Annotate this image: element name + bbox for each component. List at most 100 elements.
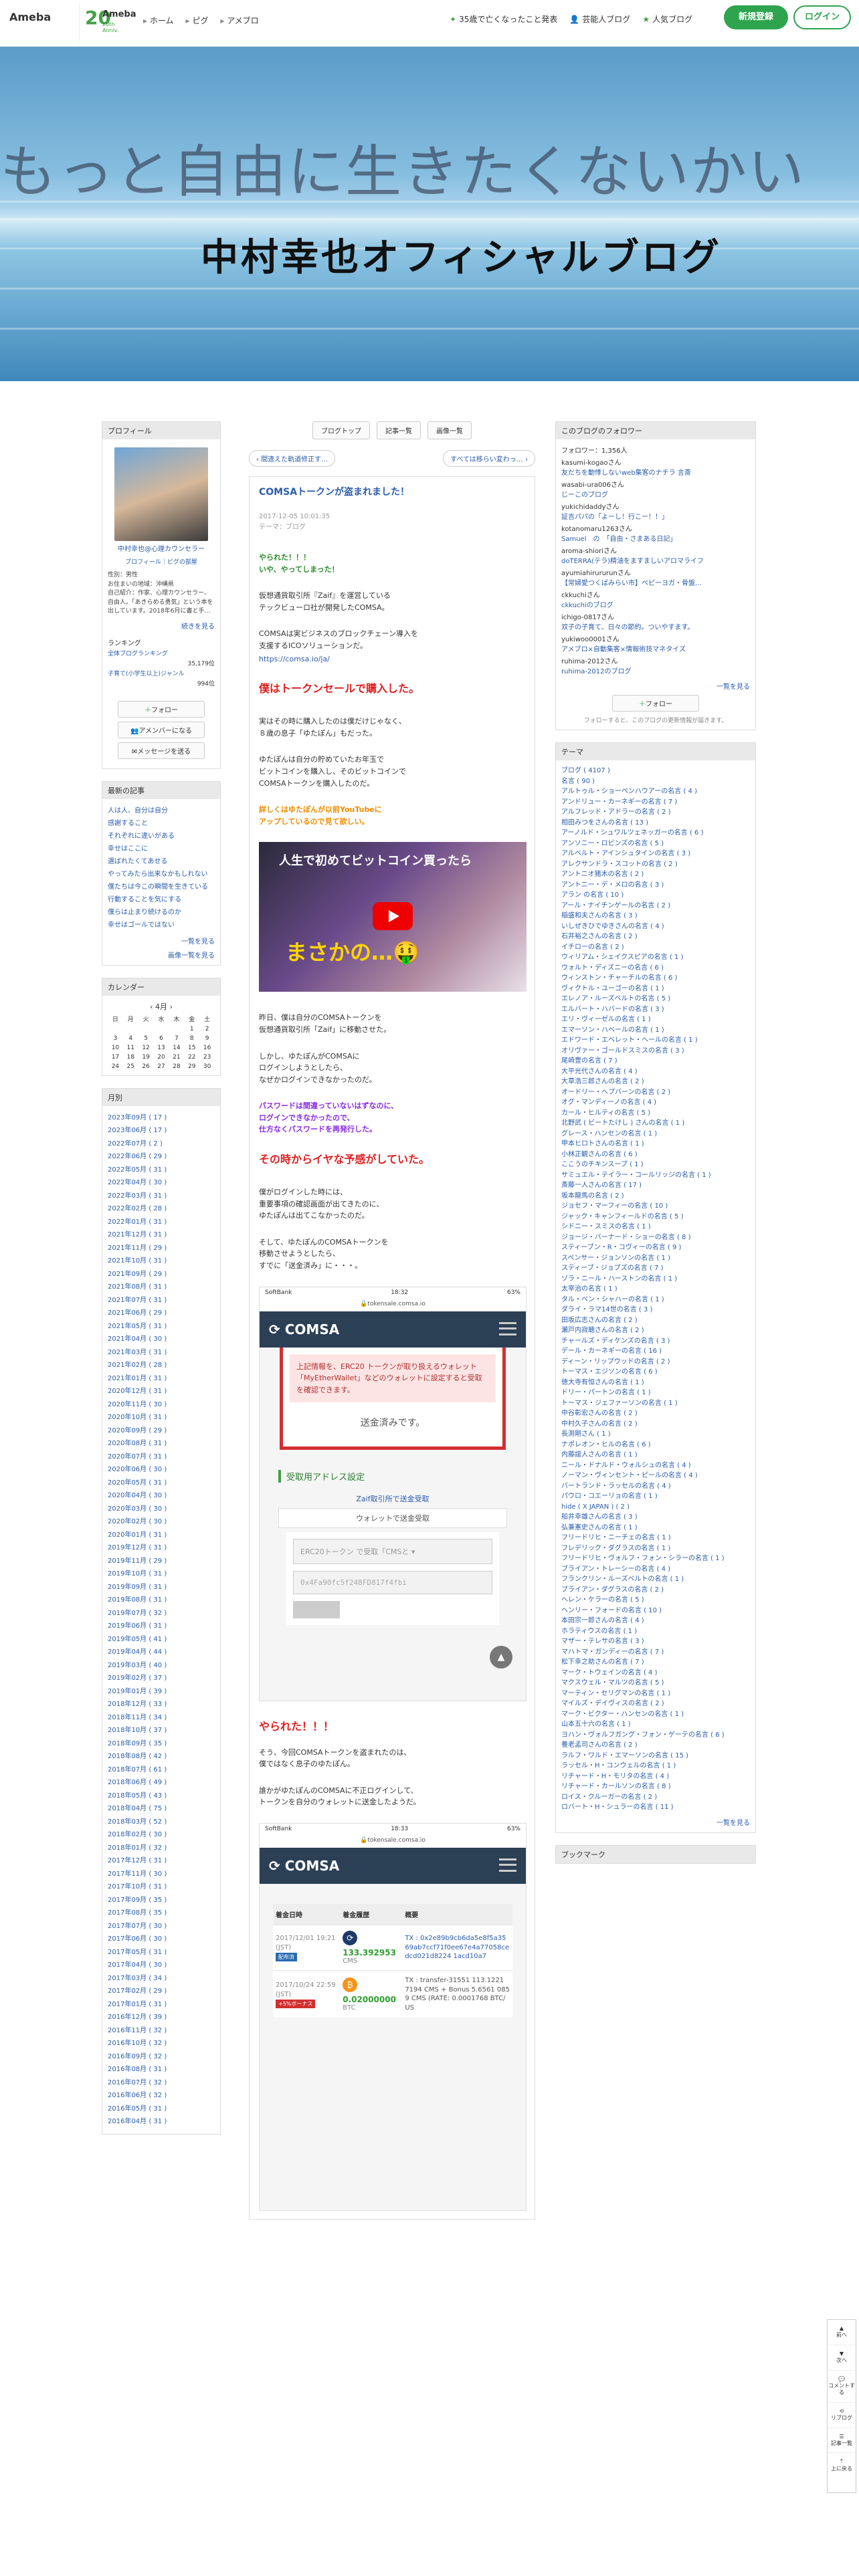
theme-link[interactable]: 船井幸雄さんの名言 ( 3 ) xyxy=(561,1512,750,1523)
follower-blog-link[interactable]: アメブロ×自動集客×情報術技マネタイズ xyxy=(561,645,750,655)
follow-button[interactable]: ＋フォロー xyxy=(118,700,205,718)
ameba-logo[interactable]: Ameba xyxy=(9,11,51,23)
recent-post-link[interactable]: 選ばれたくてあせる xyxy=(108,855,215,868)
theme-link[interactable]: 徳大寺有恒さんの名言 ( 1 ) xyxy=(561,1378,750,1388)
article-title[interactable]: COMSAトークンが盗まれました！ xyxy=(259,485,525,498)
theme-link[interactable]: ブライアン・トレーシーの名言 ( 4 ) xyxy=(561,1564,750,1575)
theme-link[interactable]: 相田みつをさんの名言 ( 13 ) xyxy=(561,818,750,829)
nav-pigg[interactable]: ピグ xyxy=(185,15,208,26)
reblog-button[interactable]: ⟲ リブログ xyxy=(828,2403,856,2428)
theme-link[interactable]: ナポレオン・ヒルの名言 ( 6 ) xyxy=(561,1440,750,1451)
theme-link[interactable]: 石井裕之さんの名言 ( 2 ) xyxy=(561,932,750,942)
month-archive-link[interactable]: 2017年02月 ( 29 ) xyxy=(108,1985,215,1998)
image-list-link[interactable]: 画像一覧を見る xyxy=(108,950,215,960)
theme-link[interactable]: アントニオ猪木の名言 ( 2 ) xyxy=(561,869,750,880)
article-list-side-button[interactable]: ☰ 記事一覧 xyxy=(828,2428,856,2454)
theme-link[interactable]: フリードリヒ・ニーチェの名言 ( 1 ) xyxy=(561,1533,750,1543)
month-archive-link[interactable]: 2020年09月 ( 29 ) xyxy=(108,1424,215,1438)
month-archive-link[interactable]: 2020年07月 ( 31 ) xyxy=(108,1451,215,1464)
theme-link[interactable]: ヘレン・ケラーの名言 ( 5 ) xyxy=(561,1595,750,1606)
month-archive-link[interactable]: 2019年07月 ( 32 ) xyxy=(108,1607,215,1620)
theme-link[interactable]: カール・ヒルティの名言 ( 5 ) xyxy=(561,1108,750,1119)
theme-link[interactable]: マーティン・セリグマンの名言 ( 1 ) xyxy=(561,1689,750,1699)
theme-link[interactable]: 山本五十六の名言 ( 1 ) xyxy=(561,1719,750,1730)
theme-link[interactable]: ノーマン・ヴィンセント・ピールの名言 ( 4 ) xyxy=(561,1471,750,1481)
theme-link[interactable]: オードリー・ヘプバーンの名言 ( 2 ) xyxy=(561,1087,750,1098)
month-archive-link[interactable]: 2017年05月 ( 31 ) xyxy=(108,1946,215,1959)
recent-post-link[interactable]: やってみたら出来なかもしれない xyxy=(108,868,215,881)
theme-link[interactable]: 稲盛和夫さんの名言 ( 3 ) xyxy=(561,911,750,922)
theme-link[interactable]: アントニー・デ・メロの名言 ( 3 ) xyxy=(561,880,750,891)
header-link-popular[interactable]: ★ 人気ブログ xyxy=(642,13,692,25)
month-archive-link[interactable]: 2016年10月 ( 32 ) xyxy=(108,2037,215,2050)
month-archive-link[interactable]: 2016年11月 ( 32 ) xyxy=(108,2024,215,2038)
month-archive-link[interactable]: 2016年04月 ( 31 ) xyxy=(108,2115,215,2129)
month-archive-link[interactable]: 2018年06月 ( 49 ) xyxy=(108,1776,215,1790)
month-archive-link[interactable]: 2019年06月 ( 31 ) xyxy=(108,1620,215,1633)
month-archive-link[interactable]: 2020年11月 ( 30 ) xyxy=(108,1398,215,1412)
login-button[interactable]: ログイン xyxy=(793,5,851,29)
theme-link[interactable]: ジョセフ・マーフィーの名言 ( 10 ) xyxy=(561,1201,750,1212)
month-archive-link[interactable]: 2020年12月 ( 31 ) xyxy=(108,1385,215,1398)
theme-link[interactable]: ホラティウスの名言 ( 1 ) xyxy=(561,1626,750,1637)
article-theme[interactable]: テーマ：ブログ xyxy=(259,522,525,533)
theme-link[interactable]: アール・ナイチンゲールの名言 ( 2 ) xyxy=(561,901,750,911)
follower-blog-link[interactable]: じーこのブログ xyxy=(561,491,750,501)
recent-post-link[interactable]: 僕たちは今この瞬間を生きている xyxy=(108,881,215,893)
month-archive-link[interactable]: 2017年07月 ( 30 ) xyxy=(108,1920,215,1933)
theme-link[interactable]: エドワード・エベレット・ヘールの名言 ( 1 ) xyxy=(561,1035,750,1046)
follower-blog-link[interactable]: ruhima-2012のブログ xyxy=(561,667,750,677)
prev-post-button[interactable]: ▲ 前へ xyxy=(828,2320,856,2345)
month-archive-link[interactable]: 2020年03月 ( 30 ) xyxy=(108,1503,215,1516)
recent-post-link[interactable]: 幸せはゴールではない xyxy=(108,919,215,932)
month-archive-link[interactable]: 2017年06月 ( 30 ) xyxy=(108,1933,215,1946)
month-archive-link[interactable]: 2016年12月 ( 39 ) xyxy=(108,2011,215,2024)
month-archive-link[interactable]: 2017年12月 ( 31 ) xyxy=(108,1854,215,1868)
month-archive-link[interactable]: 2020年10月 ( 31 ) xyxy=(108,1411,215,1424)
month-archive-link[interactable]: 2020年06月 ( 30 ) xyxy=(108,1463,215,1477)
theme-link[interactable]: ゾラ・ニール・ハーストンの名言 ( 1 ) xyxy=(561,1274,750,1285)
screenshot-image[interactable]: SoftBank 18:32 63% 🔒tokensale.comsa.io ⟳… xyxy=(259,1286,527,1701)
nav-home[interactable]: ホーム xyxy=(143,15,174,26)
theme-link[interactable]: ヘンリー・フォードの名言 ( 10 ) xyxy=(561,1606,750,1616)
month-archive-link[interactable]: 2017年09月 ( 35 ) xyxy=(108,1894,215,1907)
month-archive-link[interactable]: 2016年09月 ( 32 ) xyxy=(108,2050,215,2064)
theme-link[interactable]: トーマス・エジソンの名言 ( 6 ) xyxy=(561,1367,750,1378)
theme-link[interactable]: 長渕剛さん ( 1 ) xyxy=(561,1429,750,1440)
theme-link[interactable]: イチローの名言 ( 2 ) xyxy=(561,942,750,953)
month-archive-link[interactable]: 2017年11月 ( 30 ) xyxy=(108,1868,215,1881)
theme-link[interactable]: マーク・ビクター・ハンセンの名言 ( 1 ) xyxy=(561,1709,750,1720)
month-archive-link[interactable]: 2018年02月 ( 30 ) xyxy=(108,1828,215,1842)
recent-post-link[interactable]: 人は人、自分は自分 xyxy=(108,804,215,817)
theme-link[interactable]: フリードリヒ・ヴォルフ・フォン・シラーの名言 ( 1 ) xyxy=(561,1553,750,1564)
theme-link[interactable]: マーク・トウェインの名言 ( 4 ) xyxy=(561,1668,750,1679)
follower-blog-link[interactable]: Samuel の 「自由・さまある日記」 xyxy=(561,535,750,545)
theme-link[interactable]: ロイス・クルーガーの名言 ( 2 ) xyxy=(561,1792,750,1803)
theme-link[interactable]: 中村久子さんの名言 ( 2 ) xyxy=(561,1419,750,1430)
theme-link[interactable]: ディーン・リップウッドの名言 ( 2 ) xyxy=(561,1357,750,1368)
theme-link[interactable]: ヴィクトル・ユーゴーの名言 ( 1 ) xyxy=(561,984,750,994)
month-archive-link[interactable]: 2019年11月 ( 29 ) xyxy=(108,1555,215,1568)
month-archive-link[interactable]: 2022年06月 ( 29 ) xyxy=(108,1150,215,1164)
month-archive-link[interactable]: 2018年12月 ( 33 ) xyxy=(108,1698,215,1711)
theme-link[interactable]: マクスウェル・マルツの名言 ( 5 ) xyxy=(561,1678,750,1689)
followers-more-link[interactable]: 一覧を見る xyxy=(561,681,750,691)
follower-user[interactable]: aroma-shioriさん xyxy=(561,547,750,557)
follower-blog-link[interactable]: ckkuchiのブログ xyxy=(561,601,750,611)
month-archive-link[interactable]: 2016年08月 ( 31 ) xyxy=(108,2063,215,2076)
month-archive-link[interactable]: 2021年08月 ( 31 ) xyxy=(108,1281,215,1294)
follower-blog-link[interactable]: 友だちを動悸しないweb集客のナチラ 言斎 xyxy=(561,469,750,479)
month-archive-link[interactable]: 2018年07月 ( 61 ) xyxy=(108,1763,215,1777)
blog-top-button[interactable]: ブログトップ xyxy=(312,421,370,439)
comment-button[interactable]: 💬 コメントする xyxy=(828,2371,856,2403)
theme-link[interactable]: マザー・テレサの名言 ( 3 ) xyxy=(561,1636,750,1647)
profile-name[interactable]: 中村幸也@心理カウンセラー xyxy=(108,545,215,554)
theme-link[interactable]: 養老孟司さんの名言 ( 2 ) xyxy=(561,1740,750,1751)
comsa-link-text[interactable]: https://comsa.io/ja/ xyxy=(259,655,330,663)
theme-link[interactable]: スティーブン・R・コヴィーの名言 ( 9 ) xyxy=(561,1243,750,1253)
theme-link[interactable]: 斎藤一人さんの名言 ( 17 ) xyxy=(561,1180,750,1191)
next-article-link[interactable]: すべては移らい変わっ… › xyxy=(443,450,535,467)
recent-post-link[interactable]: 行動することを気にする xyxy=(108,893,215,906)
theme-link[interactable]: アンドリュー・カーネギーの名言 ( 7 ) xyxy=(561,797,750,808)
next-post-button[interactable]: ▼ 次へ xyxy=(828,2345,856,2371)
